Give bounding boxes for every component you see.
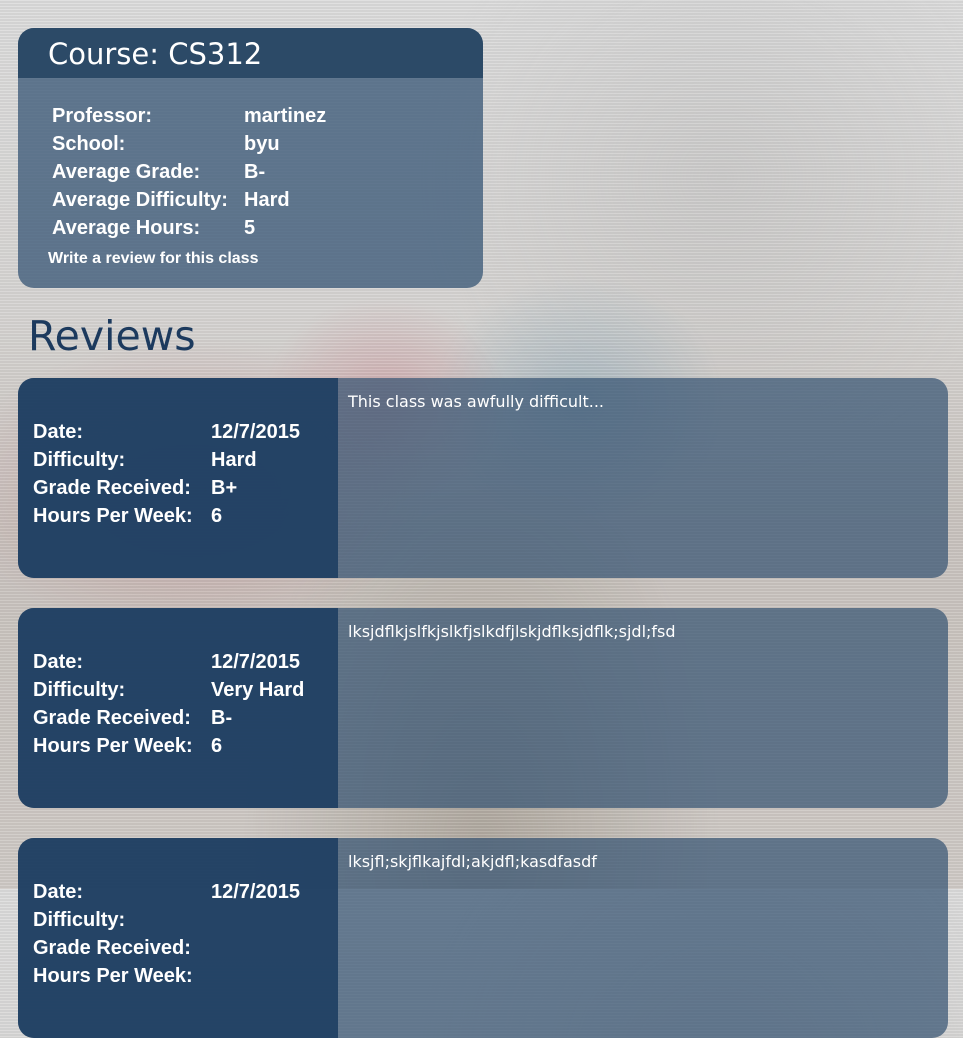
professor-row: Professor: martinez [52,102,483,130]
review-hours-row: Hours Per Week: [33,962,338,990]
review-hours-value: 6 [211,735,223,757]
review-date-row: Date: 12/7/2015 [33,878,338,906]
average-hours-value: 5 [244,217,256,239]
review-difficulty-row: Difficulty: Hard [33,446,338,474]
review-difficulty-value: Hard [211,449,257,471]
review-date-row: Date: 12/7/2015 [33,648,338,676]
review-date-value: 12/7/2015 [211,421,300,443]
review-hours-label: Hours Per Week: [33,965,193,987]
review-date-label: Date: [33,421,84,443]
review-difficulty-label: Difficulty: [33,679,126,701]
review-meta: Date: 12/7/2015 Difficulty: Grade Receiv… [18,838,338,1038]
review-grade-value: B+ [211,477,238,499]
average-difficulty-value: Hard [244,189,290,211]
review-grade-row: Grade Received: [33,934,338,962]
review-grade-label: Grade Received: [33,477,191,499]
review-grade-row: Grade Received: B- [33,704,338,732]
review-date-value: 12/7/2015 [211,651,300,673]
average-difficulty-row: Average Difficulty: Hard [52,186,483,214]
review-difficulty-value: Very Hard [211,679,305,701]
review-hours-label: Hours Per Week: [33,735,193,757]
course-card: Course: CS312 Professor: martinez School… [18,28,483,288]
review-text: lksjfl;skjflkajfdl;akjdfl;kasdfasdf [348,852,597,871]
review-grade-value: B- [211,707,233,729]
course-title: Course: CS312 [18,28,483,78]
review-card: Date: 12/7/2015 Difficulty: Very Hard Gr… [18,608,948,808]
average-grade-label: Average Grade: [52,161,201,183]
reviews-heading: Reviews [28,312,196,360]
course-info: Professor: martinez School: byu Average … [18,78,483,268]
review-date-label: Date: [33,651,84,673]
average-hours-row: Average Hours: 5 [52,214,483,242]
average-hours-label: Average Hours: [52,217,201,239]
review-meta: Date: 12/7/2015 Difficulty: Very Hard Gr… [18,608,338,808]
review-grade-row: Grade Received: B+ [33,474,338,502]
school-value: byu [244,133,280,155]
review-hours-label: Hours Per Week: [33,505,193,527]
review-meta: Date: 12/7/2015 Difficulty: Hard Grade R… [18,378,338,578]
school-row: School: byu [52,130,483,158]
review-text: This class was awfully difficult... [348,392,604,411]
average-difficulty-label: Average Difficulty: [52,189,228,211]
write-review-link[interactable]: Write a review for this class [48,250,258,268]
review-difficulty-label: Difficulty: [33,449,126,471]
review-grade-label: Grade Received: [33,707,191,729]
review-date-row: Date: 12/7/2015 [33,418,338,446]
average-grade-row: Average Grade: B- [52,158,483,186]
review-text: lksjdflkjslfkjslkfjslkdfjlskjdflksjdflk;… [348,622,676,641]
professor-value: martinez [244,105,327,127]
review-hours-value: 6 [211,505,223,527]
review-hours-row: Hours Per Week: 6 [33,732,338,760]
review-card: Date: 12/7/2015 Difficulty: Grade Receiv… [18,838,948,1038]
review-grade-label: Grade Received: [33,937,191,959]
review-hours-row: Hours Per Week: 6 [33,502,338,530]
professor-label: Professor: [52,105,153,127]
review-date-label: Date: [33,881,84,903]
review-date-value: 12/7/2015 [211,881,300,903]
review-card: Date: 12/7/2015 Difficulty: Hard Grade R… [18,378,948,578]
review-difficulty-row: Difficulty: Very Hard [33,676,338,704]
review-difficulty-row: Difficulty: [33,906,338,934]
school-label: School: [52,133,126,155]
review-difficulty-label: Difficulty: [33,909,126,931]
average-grade-value: B- [244,161,266,183]
